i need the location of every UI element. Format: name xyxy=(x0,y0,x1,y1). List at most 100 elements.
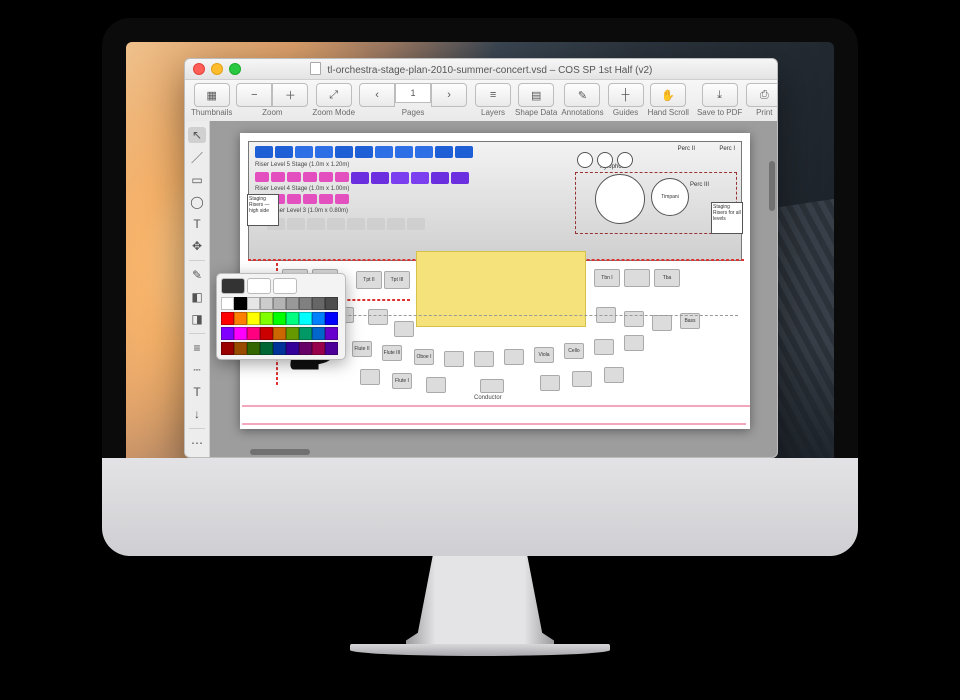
swatch[interactable] xyxy=(260,342,273,355)
swatch[interactable] xyxy=(299,297,312,310)
conductor-podium[interactable] xyxy=(480,379,504,393)
layers-button[interactable]: ≡ xyxy=(475,83,511,107)
tool-lineweight[interactable]: ≡ xyxy=(188,340,206,356)
tool-text[interactable]: T xyxy=(188,216,206,232)
minimize-button[interactable] xyxy=(211,63,223,75)
tool-fill[interactable]: ◧ xyxy=(188,289,206,305)
swatch[interactable] xyxy=(234,342,247,355)
zoom-in-button[interactable]: ＋ xyxy=(272,83,308,107)
scrollbar-horizontal[interactable] xyxy=(250,449,310,455)
block-g[interactable] xyxy=(652,315,672,331)
canvas[interactable]: Riser Level 5 Stage (1.0m x 1.20m) Riser… xyxy=(210,121,777,457)
thumbnails-button[interactable]: ▦ xyxy=(194,83,230,107)
swatch[interactable] xyxy=(247,297,260,310)
block-row3e[interactable] xyxy=(572,371,592,387)
swatch[interactable] xyxy=(234,312,247,325)
zoom-mode-button[interactable]: ⤢ xyxy=(316,83,352,107)
swatch[interactable] xyxy=(273,327,286,340)
swatch[interactable] xyxy=(312,312,325,325)
zoom-out-button[interactable]: − xyxy=(236,83,272,107)
block-tpt1[interactable]: Tpt II xyxy=(356,271,382,289)
swatch[interactable] xyxy=(299,312,312,325)
swatch[interactable] xyxy=(273,342,286,355)
block-tbn1[interactable]: Tbn I xyxy=(594,269,620,287)
swatch[interactable] xyxy=(286,327,299,340)
block-tpt2[interactable]: Tpt III xyxy=(384,271,410,289)
swatch[interactable] xyxy=(325,297,338,310)
swatch[interactable] xyxy=(286,297,299,310)
swatch[interactable] xyxy=(312,297,325,310)
tool-pan[interactable]: ✥ xyxy=(188,238,206,254)
tool-arrow[interactable]: ↓ xyxy=(188,406,206,422)
shape-data-button[interactable]: ▤ xyxy=(518,83,554,107)
tool-pencil[interactable]: ✎ xyxy=(188,267,206,283)
swatch[interactable] xyxy=(247,342,260,355)
swatch[interactable] xyxy=(234,327,247,340)
perc-small-3 xyxy=(617,152,633,168)
tool-textstyle[interactable]: T xyxy=(188,384,206,400)
swatch[interactable] xyxy=(312,342,325,355)
swatch[interactable] xyxy=(247,312,260,325)
swatch-none[interactable] xyxy=(247,278,271,294)
block-fl3[interactable]: Flute III xyxy=(382,345,402,361)
block-ob2[interactable] xyxy=(444,351,464,367)
block-d[interactable] xyxy=(394,321,414,337)
block-row3b[interactable]: Flute I xyxy=(392,373,412,389)
swatch[interactable] xyxy=(299,327,312,340)
block-vn1[interactable] xyxy=(624,335,644,351)
swatch[interactable] xyxy=(221,327,234,340)
tool-linetype[interactable]: ┄ xyxy=(188,362,206,378)
swatch[interactable] xyxy=(325,327,338,340)
block-ob1[interactable]: Oboe I xyxy=(414,349,434,365)
swatch[interactable] xyxy=(234,297,247,310)
swatch[interactable] xyxy=(299,342,312,355)
swatch[interactable] xyxy=(221,312,234,325)
annotations-button[interactable]: ✎ xyxy=(564,83,600,107)
hand-scroll-button[interactable]: ✋ xyxy=(650,83,686,107)
block-c[interactable] xyxy=(368,309,388,325)
scrollbar-vertical[interactable] xyxy=(769,161,775,211)
block-row3c[interactable] xyxy=(426,377,446,393)
swatch[interactable] xyxy=(325,342,338,355)
page-number-field[interactable]: 1 xyxy=(395,83,431,103)
block-vn2[interactable] xyxy=(594,339,614,355)
block-row3f[interactable] xyxy=(604,367,624,383)
save-pdf-button[interactable]: ⤓ xyxy=(702,83,738,107)
block-row3a[interactable] xyxy=(360,369,380,385)
guides-button[interactable]: ┼ xyxy=(608,83,644,107)
page-prev-button[interactable]: ‹ xyxy=(359,83,395,107)
swatch[interactable] xyxy=(247,327,260,340)
swatch[interactable] xyxy=(221,297,234,310)
swatch[interactable] xyxy=(286,342,299,355)
block-f[interactable] xyxy=(624,311,644,327)
tool-line[interactable]: ／ xyxy=(188,149,206,166)
tool-rect[interactable]: ▭ xyxy=(188,172,206,188)
swatch[interactable] xyxy=(273,297,286,310)
tool-stroke[interactable]: ◨ xyxy=(188,311,206,327)
swatch[interactable] xyxy=(260,297,273,310)
swatch[interactable] xyxy=(221,342,234,355)
swatch[interactable] xyxy=(286,312,299,325)
swatch[interactable] xyxy=(273,312,286,325)
page-next-button[interactable]: › xyxy=(431,83,467,107)
block-tba[interactable]: Tba xyxy=(654,269,680,287)
block-vla[interactable]: Viola xyxy=(534,347,554,363)
block-cl1[interactable] xyxy=(474,351,494,367)
swatch[interactable] xyxy=(325,312,338,325)
block-cl2[interactable] xyxy=(504,349,524,365)
block-vc[interactable]: Cello xyxy=(564,343,584,359)
print-button[interactable]: ⎙ xyxy=(746,83,778,107)
tool-ellipse[interactable]: ◯ xyxy=(188,194,206,210)
block-fl2[interactable]: Flute II xyxy=(352,341,372,357)
zoom-button[interactable] xyxy=(229,63,241,75)
swatch[interactable] xyxy=(260,327,273,340)
tool-more[interactable]: ⋯ xyxy=(188,435,206,451)
swatch-current[interactable] xyxy=(221,278,245,294)
close-button[interactable] xyxy=(193,63,205,75)
block-tbn2[interactable] xyxy=(624,269,650,287)
tool-pointer[interactable]: ↖ xyxy=(188,127,206,143)
swatch-dropper[interactable] xyxy=(273,278,297,294)
block-row3d[interactable] xyxy=(540,375,560,391)
swatch[interactable] xyxy=(312,327,325,340)
swatch[interactable] xyxy=(260,312,273,325)
